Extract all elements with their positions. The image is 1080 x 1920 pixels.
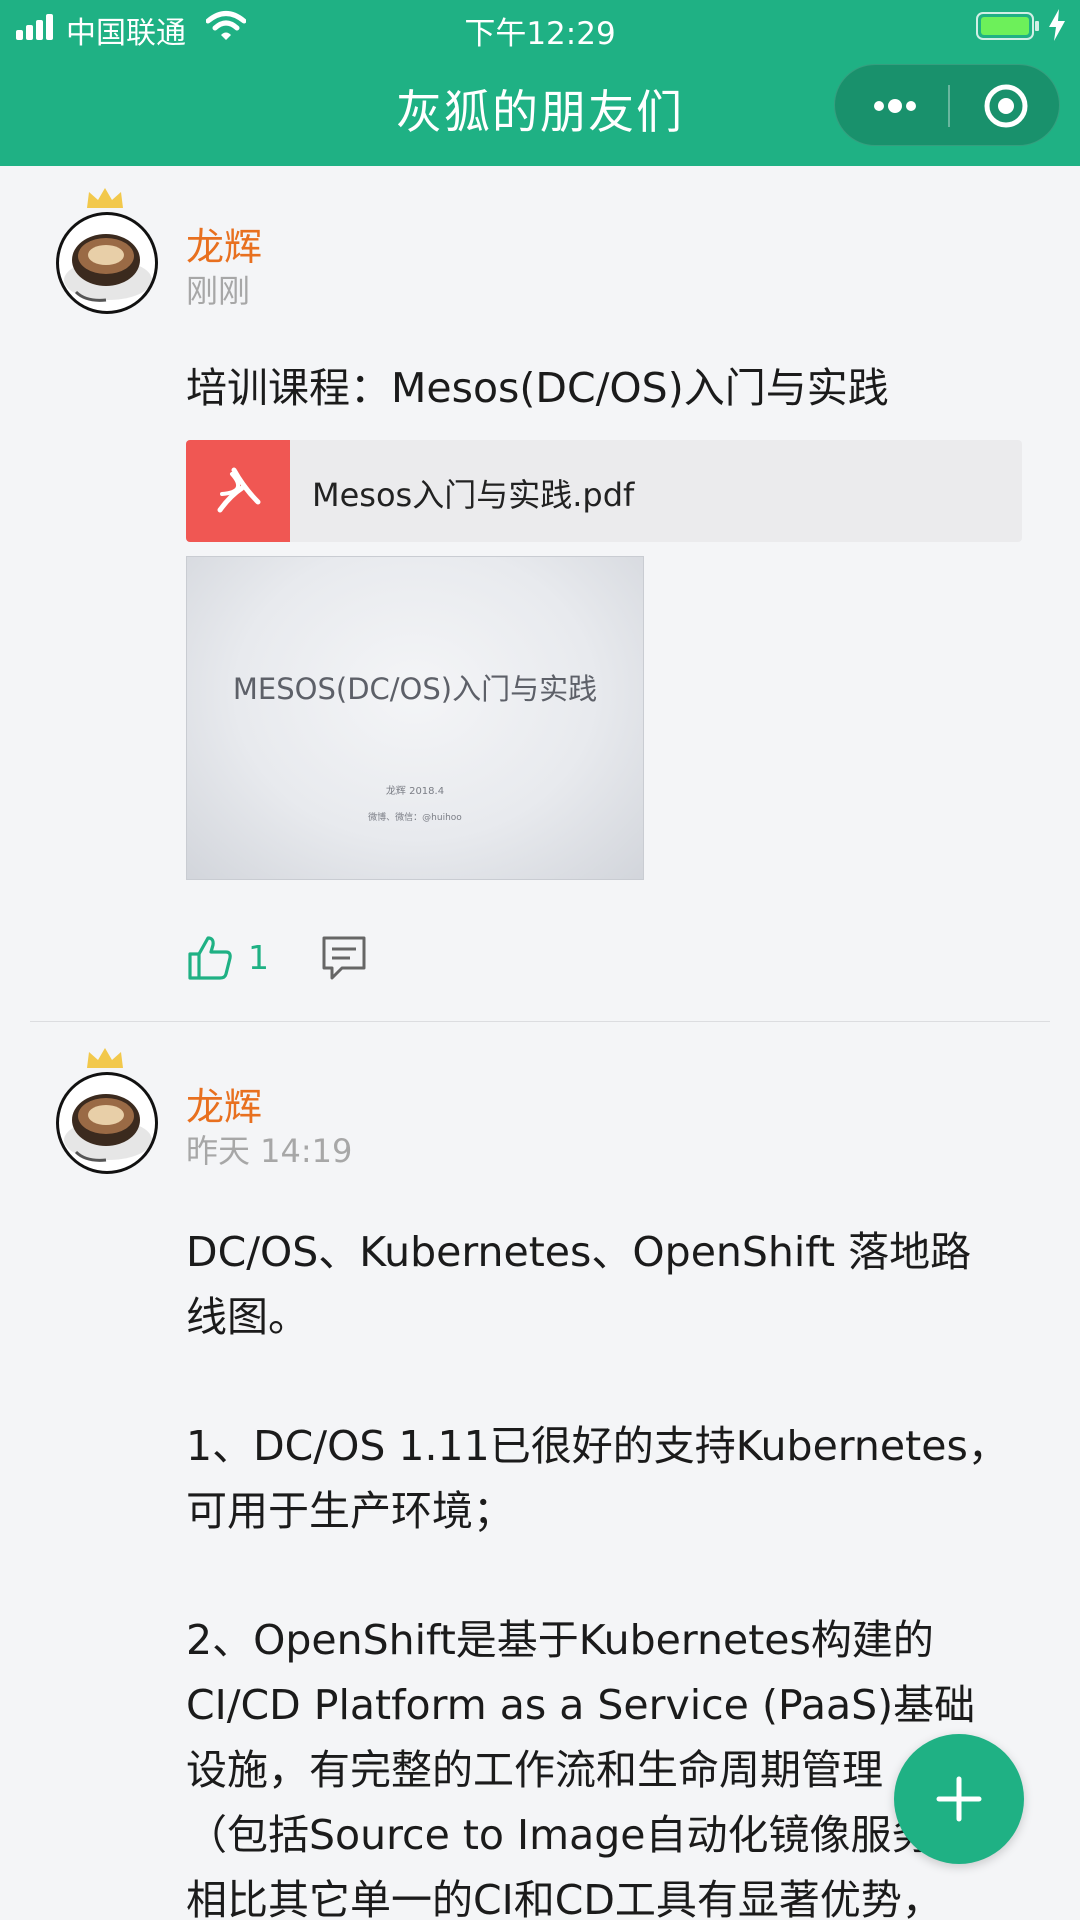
post-image[interactable]: MESOS(DC/OS)入门与实践 龙辉 2018.4 微博、微信：@huiho… — [186, 556, 644, 880]
slide-contact: 微博、微信：@huihoo — [368, 813, 462, 823]
author-avatar-wrap[interactable] — [56, 1046, 158, 1176]
author-avatar-wrap[interactable] — [56, 186, 158, 316]
author-name[interactable]: 龙辉 — [186, 1076, 262, 1131]
crown-icon — [87, 188, 123, 208]
slide-title: MESOS(DC/OS)入门与实践 — [232, 672, 598, 706]
post-time: 昨天 14:19 — [186, 1132, 353, 1170]
pdf-attachment[interactable]: Mesos入门与实践.pdf — [186, 440, 1022, 542]
charging-icon — [1049, 9, 1065, 41]
comment-icon[interactable] — [320, 934, 368, 982]
status-time: 下午12:29 — [464, 16, 616, 52]
target-icon[interactable] — [983, 83, 1029, 129]
mini-program-capsule — [834, 64, 1060, 146]
avatar[interactable] — [56, 212, 158, 314]
post-time: 刚刚 — [186, 272, 251, 310]
capsule-divider — [948, 85, 950, 127]
pdf-icon — [186, 440, 290, 542]
status-bar: 中国联通 下午12:29 — [0, 0, 1080, 54]
file-name: Mesos入门与实践.pdf — [312, 476, 635, 514]
thumbs-up-icon[interactable] — [186, 934, 234, 982]
post-paragraph: DC/OS、Kubernetes、OpenShift 落地路 线图。 — [186, 1228, 972, 1341]
like-count: 1 — [248, 938, 269, 977]
author-name[interactable]: 龙辉 — [186, 216, 262, 271]
more-dots-icon[interactable] — [865, 89, 925, 123]
post-divider — [30, 1021, 1050, 1022]
add-post-button[interactable] — [894, 1734, 1024, 1864]
battery-icon — [976, 12, 1039, 40]
slide-author: 龙辉 2018.4 — [385, 786, 445, 797]
plus-icon — [936, 1776, 982, 1822]
crown-icon — [87, 1048, 123, 1068]
avatar[interactable] — [56, 1072, 158, 1174]
app-header: 中国联通 下午12:29 灰狐的朋友们 — [0, 0, 1080, 166]
post-paragraph: 1、DC/OS 1.11已很好的支持Kubernetes， 可用于生产环境； — [186, 1422, 1009, 1535]
post-text: 培训课程：Mesos(DC/OS)入门与实践 — [186, 364, 889, 412]
